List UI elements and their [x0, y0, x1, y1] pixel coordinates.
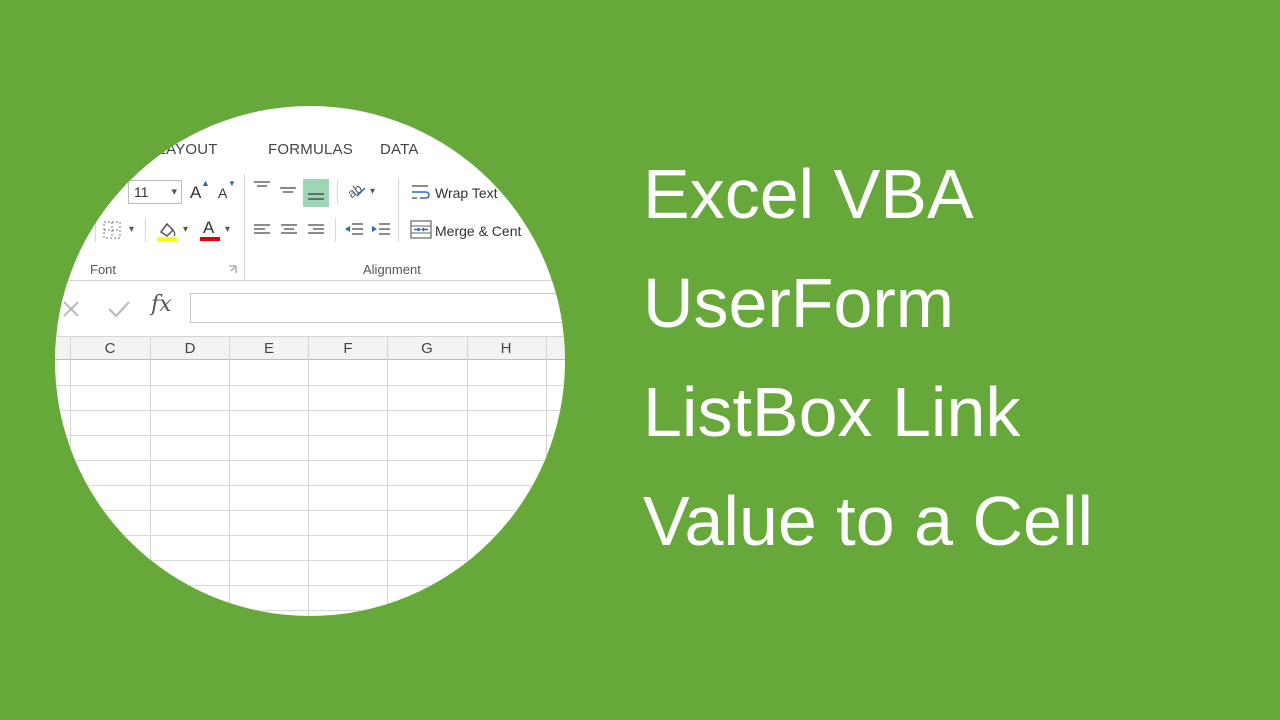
column-header-e[interactable]: E: [229, 340, 309, 357]
grid-line: [55, 535, 565, 536]
font-dialog-launcher-icon[interactable]: [228, 265, 237, 274]
wrap-text-button[interactable]: Wrap Text: [435, 185, 498, 201]
grid-line: [55, 410, 565, 411]
ribbon-divider: [95, 218, 96, 242]
excel-screenshot-circle: E LAYOUT FORMULAS DATA ▾ 11 ▾ A ▲ A ▼ ▾: [55, 106, 565, 616]
fill-color-dropdown-icon[interactable]: ▾: [183, 224, 188, 235]
middle-align-icon[interactable]: [279, 184, 297, 198]
align-right-icon[interactable]: [307, 223, 325, 237]
title-line-3: ListBox Link: [643, 373, 1021, 451]
enter-checkmark-icon[interactable]: [107, 299, 131, 319]
column-header-f[interactable]: F: [308, 340, 388, 357]
merge-center-icon[interactable]: [410, 220, 432, 240]
font-color-dropdown-icon[interactable]: ▾: [225, 224, 230, 235]
cancel-icon[interactable]: [61, 299, 81, 319]
grid-line: [150, 336, 151, 616]
formula-input[interactable]: [190, 293, 565, 323]
grid-line: [387, 336, 388, 616]
insert-function-button[interactable]: fx: [151, 292, 172, 317]
grid-line: [55, 560, 565, 561]
column-header-h[interactable]: H: [466, 340, 546, 357]
grid-line: [229, 336, 230, 616]
ribbon-divider: [337, 180, 338, 204]
grid-line: [55, 510, 565, 511]
grid-line: [55, 610, 565, 611]
ribbon-divider: [145, 218, 146, 242]
font-color-button[interactable]: A: [199, 218, 221, 242]
shrink-font-icon: A: [218, 185, 228, 201]
wrap-text-icon[interactable]: [411, 183, 431, 201]
align-left-icon[interactable]: [253, 223, 271, 237]
borders-icon[interactable]: [103, 221, 121, 239]
column-header-d[interactable]: D: [150, 340, 230, 357]
font-color-swatch: [200, 237, 220, 241]
title-line-1: Excel VBA: [643, 155, 974, 233]
bottom-align-button[interactable]: [303, 179, 329, 207]
fill-color-icon[interactable]: [155, 218, 179, 242]
grow-font-button[interactable]: A ▲: [190, 178, 210, 204]
decrease-indent-icon[interactable]: [344, 222, 364, 238]
excel-window: E LAYOUT FORMULAS DATA ▾ 11 ▾ A ▲ A ▼ ▾: [55, 106, 565, 616]
group-alignment-label: Alignment: [363, 262, 421, 277]
bottom-align-icon: [308, 193, 324, 200]
font-size-dropdown[interactable]: 11 ▾: [128, 180, 182, 204]
title-line-2: UserForm: [643, 264, 955, 342]
chevron-down-icon: ▾: [171, 186, 177, 198]
increase-indent-icon[interactable]: [371, 222, 391, 238]
font-color-icon: A: [203, 218, 215, 237]
group-font-label: Font: [90, 262, 117, 277]
video-title: Excel VBA UserForm ListBox Link Value to…: [643, 140, 1263, 576]
column-header-c[interactable]: C: [70, 340, 150, 357]
grid-line: [55, 435, 565, 436]
grid-line: [308, 336, 309, 616]
grid-line: [546, 336, 547, 616]
top-align-icon[interactable]: [253, 180, 271, 194]
shrink-font-button[interactable]: A ▼: [218, 179, 238, 206]
ribbon-bottom-border: [55, 280, 565, 281]
borders-dropdown-chevron-icon[interactable]: ▾: [129, 224, 134, 235]
up-arrow-icon: ▲: [201, 178, 210, 188]
orientation-icon[interactable]: ab: [345, 180, 367, 200]
tab-formulas[interactable]: FORMULAS: [268, 141, 353, 158]
grid-line: [55, 485, 565, 486]
grid-line: [467, 336, 468, 616]
font-size-value: 11: [134, 184, 149, 200]
ribbon-divider: [398, 178, 399, 242]
merge-center-button[interactable]: Merge & Cent: [435, 223, 521, 239]
align-center-icon[interactable]: [280, 223, 298, 237]
down-arrow-icon: ▼: [228, 179, 236, 188]
title-line-4: Value to a Cell: [643, 482, 1094, 560]
grid-line: [70, 336, 71, 616]
grid-line: [55, 385, 565, 386]
ribbon-group-divider: [244, 174, 245, 280]
orientation-dropdown-icon[interactable]: ▾: [370, 186, 375, 197]
font-name-chevron-icon[interactable]: ▾: [113, 185, 119, 198]
grid-line: [55, 585, 565, 586]
column-header-g[interactable]: G: [387, 340, 467, 357]
grow-font-icon: A: [190, 183, 202, 202]
tab-data[interactable]: DATA: [380, 141, 419, 158]
tab-page-layout[interactable]: E LAYOUT: [143, 141, 218, 158]
grid-line: [55, 460, 565, 461]
ribbon-divider: [335, 218, 336, 242]
